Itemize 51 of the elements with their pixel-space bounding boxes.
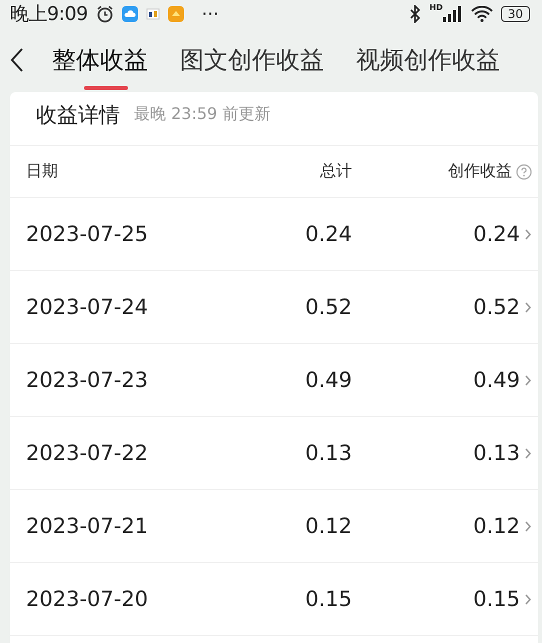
total-cell: 0.52 [305,295,352,319]
cloud-app-icon [122,6,138,22]
signal-icon [442,6,463,22]
chevron-right-icon [524,592,532,606]
earnings-row[interactable]: 2023-07-24 0.52 0.52 [10,271,538,344]
date-cell-text: 2023-07-20 [26,587,150,611]
battery-level: 30 [500,6,530,22]
creation-earnings-cell: 0.13 [473,441,520,465]
network-type: HD [429,3,443,12]
alarm-icon [96,5,114,23]
total-cell: 0.24 [305,222,352,246]
date-cell-text: 2023-07-24 [26,295,150,319]
total-cell: 0.13 [305,441,352,465]
tab[interactable]: 整体收益 [52,28,148,92]
earnings-row[interactable]: 2023-07-21 0.12 0.12 [10,490,538,563]
status-time: 晚上9:09 [10,2,88,27]
app-icon [146,7,160,21]
more-notifications: ··· [202,4,219,24]
creation-earnings-cell: 0.49 [473,368,520,392]
bluetooth-icon [409,5,422,23]
notification-app-icon [168,6,184,22]
card-title: 收益详情 [36,102,120,128]
total-cell: 0.15 [305,587,352,611]
earnings-row[interactable]: 2023-07-23 0.49 0.49 [10,344,538,417]
column-header: 日期 [26,161,59,182]
creation-earnings-cell: 0.12 [473,514,520,538]
date-cell-text: 2023-07-23 [26,368,150,392]
tab[interactable]: 图文创作收益 [180,28,324,92]
active-tab-indicator [84,86,128,90]
creation-earnings-cell: 0.24 [473,222,520,246]
creation-earnings-cell: 0.52 [473,295,520,319]
earnings-row[interactable]: 2023-07-20 0.15 0.15 [10,563,538,636]
chevron-right-icon [524,446,532,460]
date-cell-text: 2023-07-22 [26,441,150,465]
earnings-row[interactable]: 2023-07-22 0.13 0.13 [10,417,538,490]
chevron-right-icon [524,520,532,532]
wifi-icon [470,6,493,22]
chevron-right-icon [524,300,532,314]
date-cell-text: 2023-07-25 [26,222,150,246]
total-cell: 0.12 [305,514,352,538]
total-cell: 0.49 [305,368,352,392]
tab[interactable]: 视频创作收益 [356,28,500,92]
back-icon [10,47,24,73]
update-note: 最晚 23:59 前更新 [134,104,270,125]
column-header: 总计 [320,161,352,182]
chevron-right-icon [524,374,532,386]
earnings-row[interactable]: 2023-07-25 0.24 0.24 [10,198,538,271]
chevron-right-icon [524,228,532,240]
date-cell-text: 2023-07-21 [26,514,150,538]
creation-earnings-cell: 0.15 [473,587,520,611]
column-header: 创作收益 [448,161,512,182]
